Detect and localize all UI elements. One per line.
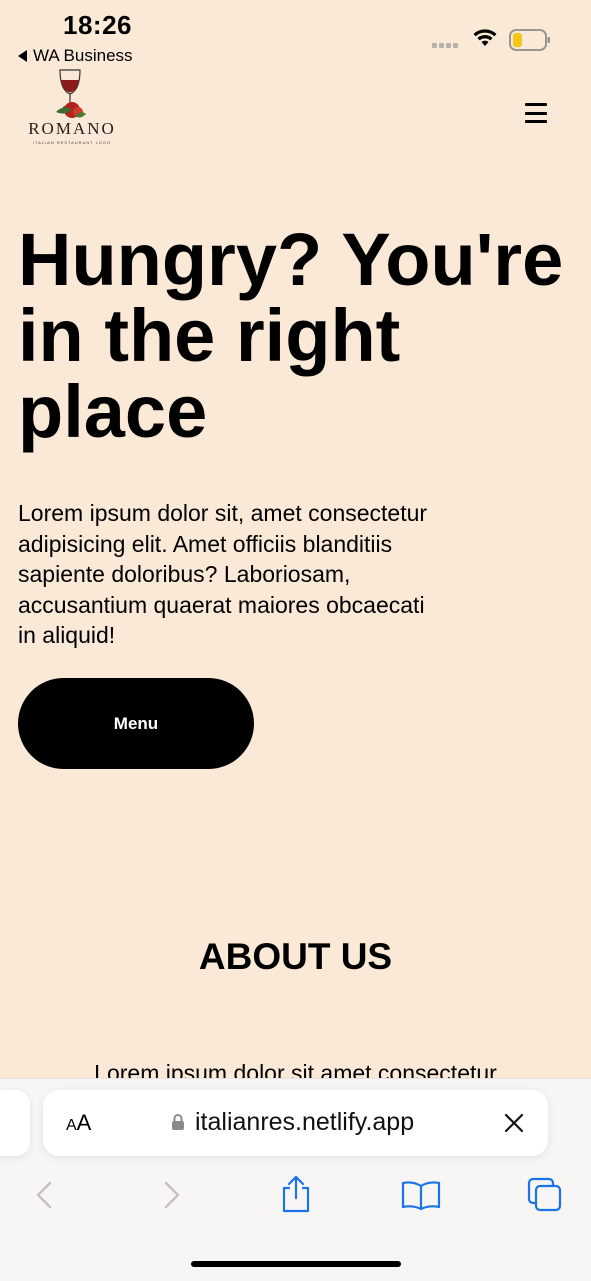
home-indicator[interactable]	[191, 1261, 401, 1267]
back-arrow-icon	[18, 50, 27, 62]
back-to-app-link[interactable]: WA Business	[18, 46, 133, 66]
restaurant-logo[interactable]: ROMANO ITALIAN RESTAURANT LOGO	[20, 68, 124, 148]
about-title: ABOUT US	[198, 936, 393, 977]
url-text[interactable]: italianres.netlify.app	[195, 1108, 414, 1137]
bookmarks-icon[interactable]	[401, 1180, 441, 1210]
wifi-icon	[473, 29, 497, 46]
wine-glass-logo-icon	[56, 69, 86, 118]
close-icon[interactable]	[503, 1112, 525, 1134]
battery-icon	[509, 29, 550, 51]
logo-wordmark: ROMANO	[28, 119, 116, 138]
lock-icon	[172, 1114, 184, 1130]
hero-description: Lorem ipsum dolor sit, amet consectetur …	[18, 500, 428, 648]
text-size-button[interactable]: AA	[66, 1110, 91, 1136]
back-nav-icon[interactable]	[34, 1180, 54, 1210]
back-app-label: WA Business	[33, 46, 133, 65]
previous-tab-preview[interactable]	[0, 1090, 30, 1156]
logo-subtitle: ITALIAN RESTAURANT LOGO	[32, 140, 112, 145]
cellular-signal-icon	[432, 43, 458, 48]
share-icon[interactable]	[280, 1174, 312, 1214]
menu-button[interactable]: Menu	[18, 678, 254, 769]
forward-nav-icon[interactable]	[162, 1180, 182, 1210]
hamburger-icon[interactable]	[525, 103, 547, 123]
tabs-icon[interactable]	[527, 1177, 563, 1213]
hero-title: Hungry? You're in the right place	[18, 218, 564, 453]
status-time: 18:26	[63, 10, 132, 40]
